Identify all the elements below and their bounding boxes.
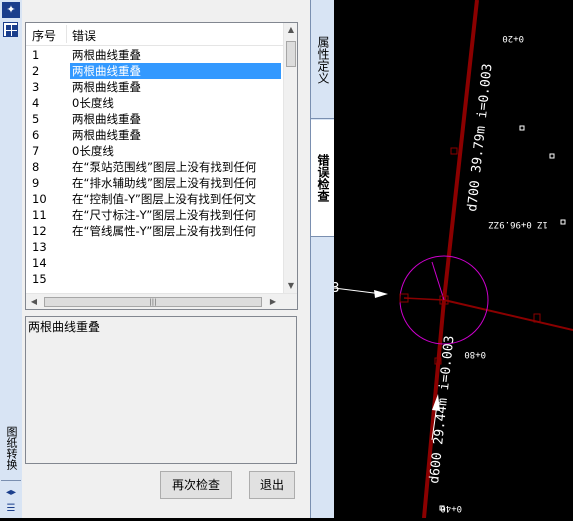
row-error-text: 两根曲线重叠: [70, 63, 281, 79]
row-index: 1: [32, 48, 40, 62]
menu-icon[interactable]: ☰: [3, 502, 19, 516]
row-index: 8: [32, 160, 40, 174]
marker-box: [549, 153, 555, 159]
recheck-button[interactable]: 再次检查: [160, 471, 232, 499]
row-index: 12: [32, 224, 47, 238]
tab-attribute-definition[interactable]: 属性定义: [311, 2, 335, 119]
grid-view-icon[interactable]: [3, 22, 18, 37]
row-index: 13: [32, 240, 47, 254]
row-error-text: 两根曲线重叠: [72, 128, 141, 142]
list-item[interactable]: 9 在“排水辅助线”图层上没有找到任何: [26, 175, 283, 191]
drawing-conversion-label[interactable]: 图纸转换: [2, 424, 20, 472]
cad-drawing: d700 39.79m i=0.003 d600 29.44m i=0.003 …: [316, 0, 573, 519]
coord-label: 0+40: [440, 503, 462, 513]
column-header-index[interactable]: 序号: [32, 27, 56, 44]
column-header-error[interactable]: 错误: [72, 27, 96, 44]
list-header: 序号 错误: [26, 23, 283, 46]
pipe-left-line: [403, 297, 445, 301]
row-index: 14: [32, 256, 47, 270]
node-box: [450, 147, 458, 155]
row-error-text: 两根曲线重叠: [72, 48, 141, 62]
list-item[interactable]: 1 两根曲线重叠: [26, 47, 283, 63]
row-error-text: 在“控制值-Y”图层上没有找到任何文: [72, 192, 256, 206]
list-item[interactable]: 3 两根曲线重叠: [26, 79, 283, 95]
row-error-text: 0长度线: [72, 96, 114, 110]
pipe-bottom-label: d600 29.44m i=0.003: [427, 335, 457, 484]
error-list[interactable]: 序号 错误 1 两根曲线重叠 2 两根曲线重叠 3 两根曲线重叠 4 0长度线 5 两根曲线重叠 6…: [25, 22, 298, 310]
row-error-text: 在“管线属性-Y”图层上没有找到任何: [72, 224, 256, 238]
coord-label: 0+20: [502, 33, 524, 43]
dock-arrows-icon[interactable]: ◂▸: [3, 486, 19, 500]
row-error-text: 两根曲线重叠: [72, 112, 141, 126]
pin-icon[interactable]: ✦: [2, 2, 20, 18]
horizontal-scroll-thumb[interactable]: |||: [44, 297, 262, 307]
row-index: 6: [32, 128, 40, 142]
coord-label: 1Z 0+96.9ZZ: [488, 219, 548, 229]
pipe-top-label: d700 39.79m i=0.003: [465, 63, 495, 212]
exit-button[interactable]: 退出: [249, 471, 295, 499]
list-item[interactable]: 6 两根曲线重叠: [26, 127, 283, 143]
list-item[interactable]: 11 在“尺寸标注-Y”图层上没有找到任何: [26, 207, 283, 223]
error-check-panel: 序号 错误 1 两根曲线重叠 2 两根曲线重叠 3 两根曲线重叠 4 0长度线 5 两根曲线重叠 6…: [22, 0, 310, 518]
list-item[interactable]: 12 在“管线属性-Y”图层上没有找到任何: [26, 223, 283, 239]
row-error-text: 在“泵站范围线”图层上没有找到任何: [72, 160, 257, 174]
header-divider[interactable]: [66, 25, 67, 43]
panel-tabs: 属性定义 错误检查: [310, 0, 335, 518]
row-error-text: 两根曲线重叠: [72, 80, 141, 94]
row-index: 5: [32, 112, 40, 126]
left-slope-label: 003: [334, 281, 339, 296]
scroll-left-icon[interactable]: ◀: [27, 295, 41, 309]
list-item[interactable]: 2 两根曲线重叠: [26, 63, 283, 79]
scroll-up-icon[interactable]: ▲: [284, 23, 297, 37]
horizontal-scrollbar[interactable]: ◀ ||| ▶: [26, 293, 297, 309]
slope-arrow-head-left: [374, 290, 388, 298]
row-index: 15: [32, 272, 47, 286]
row-index: 10: [32, 192, 47, 206]
row-index: 2: [32, 64, 40, 78]
row-index: 4: [32, 96, 40, 110]
tab-error-check[interactable]: 错误检查: [311, 120, 335, 237]
pipe-branch-line: [443, 299, 573, 331]
list-item[interactable]: 4 0长度线: [26, 95, 283, 111]
row-index: 7: [32, 144, 40, 158]
row-error-text: 在“尺寸标注-Y”图层上没有找到任何: [72, 208, 256, 222]
strip-divider: [1, 480, 21, 481]
circle-radius-line: [431, 261, 445, 301]
list-item[interactable]: 7 0长度线: [26, 143, 283, 159]
row-error-text: 在“排水辅助线”图层上没有找到任何: [72, 176, 257, 190]
row-index: 3: [32, 80, 40, 94]
list-item[interactable]: 13: [26, 239, 283, 255]
marker-box: [519, 125, 525, 131]
list-item[interactable]: 5 两根曲线重叠: [26, 111, 283, 127]
row-error-text: 0长度线: [72, 144, 114, 158]
list-item[interactable]: 15: [26, 271, 283, 287]
list-item[interactable]: 14: [26, 255, 283, 271]
scroll-right-icon[interactable]: ▶: [266, 295, 280, 309]
marker-box: [560, 219, 566, 225]
coord-label: 0+80: [464, 349, 486, 359]
left-dock-strip: ✦ 图纸转换 ◂▸ ☰: [0, 0, 23, 518]
cad-canvas[interactable]: d700 39.79m i=0.003 d600 29.44m i=0.003 …: [316, 0, 573, 519]
vertical-scroll-thumb[interactable]: [286, 41, 296, 67]
row-index: 11: [32, 208, 47, 222]
error-detail-box[interactable]: 两根曲线重叠: [25, 316, 297, 464]
row-index: 9: [32, 176, 40, 190]
scroll-down-icon[interactable]: ▼: [284, 279, 297, 293]
list-item[interactable]: 8 在“泵站范围线”图层上没有找到任何: [26, 159, 283, 175]
list-item[interactable]: 10 在“控制值-Y”图层上没有找到任何文: [26, 191, 283, 207]
vertical-scrollbar[interactable]: ▲ ▼: [283, 23, 297, 293]
